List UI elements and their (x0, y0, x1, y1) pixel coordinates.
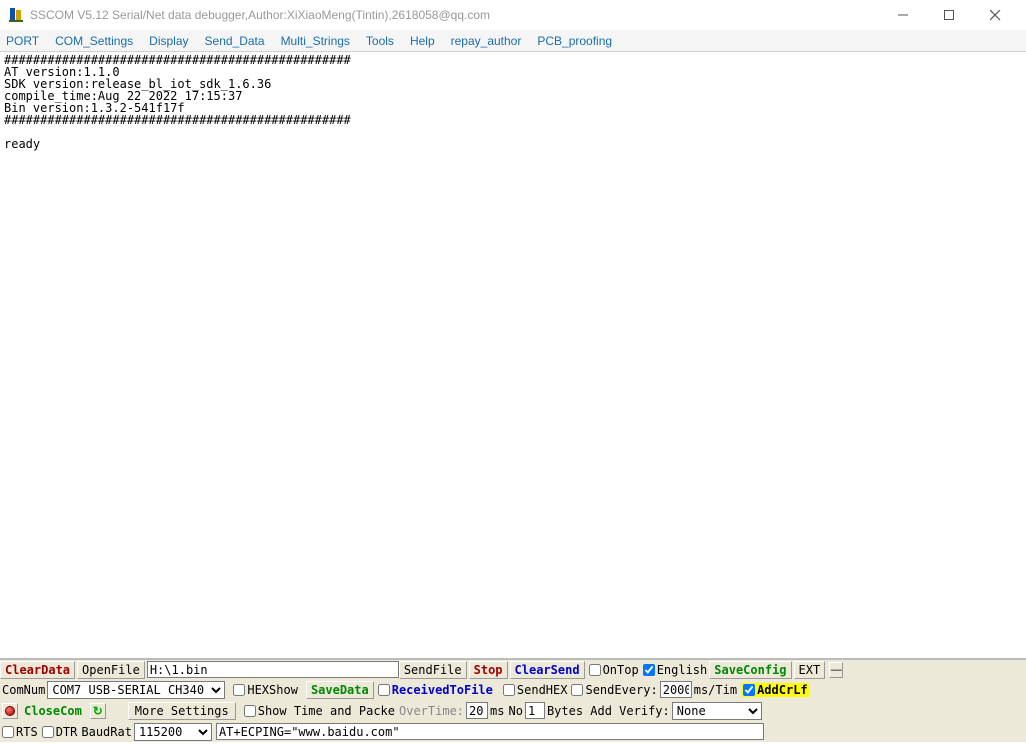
record-indicator[interactable] (2, 703, 18, 719)
menubar: PORT COM_Settings Display Send_Data Mult… (0, 30, 1026, 52)
window-title: SSCOM V5.12 Serial/Net data debugger,Aut… (30, 8, 880, 22)
addcrlf-checkbox[interactable]: AddCrLf (741, 683, 810, 697)
no-input[interactable] (525, 702, 545, 719)
close-com-button[interactable]: CloseCom (20, 702, 86, 720)
received-to-file-checkbox[interactable]: ReceivedToFile (378, 683, 493, 697)
close-button[interactable] (972, 0, 1018, 30)
no-label: No (508, 704, 522, 718)
menu-multi-strings[interactable]: Multi_Strings (281, 34, 350, 48)
toolbar-row-2: ComNum COM7 USB-SERIAL CH340 HEXShow Sav… (0, 679, 1026, 700)
refresh-icon: ↻ (91, 704, 105, 718)
send-every-checkbox[interactable]: SendEvery: (571, 683, 657, 697)
menu-send-data[interactable]: Send_Data (205, 34, 265, 48)
send-text-input[interactable] (216, 723, 764, 740)
sendhex-checkbox[interactable]: SendHEX (503, 683, 568, 697)
app-icon (8, 7, 24, 23)
baudrate-select[interactable]: 115200 (134, 723, 212, 741)
dtr-checkbox[interactable]: DTR (42, 725, 78, 739)
toolbar-row-1: ClearData OpenFile SendFile Stop ClearSe… (0, 659, 1026, 679)
window-controls (880, 0, 1018, 30)
overtime-input[interactable] (466, 702, 488, 719)
menu-tools[interactable]: Tools (366, 34, 394, 48)
english-checkbox[interactable]: English (643, 663, 708, 677)
ext-button[interactable]: EXT (794, 661, 826, 679)
clear-send-button[interactable]: ClearSend (510, 661, 585, 679)
ms-tim-label: ms/Tim (694, 683, 737, 697)
clear-data-button[interactable]: ClearData (0, 661, 75, 679)
com-port-select[interactable]: COM7 USB-SERIAL CH340 (47, 681, 225, 699)
record-dot-icon (5, 706, 15, 716)
hexshow-checkbox[interactable]: HEXShow (233, 683, 298, 697)
menu-display[interactable]: Display (149, 34, 188, 48)
save-data-button[interactable]: SaveData (306, 681, 374, 699)
send-interval-input[interactable] (660, 681, 692, 698)
show-time-checkbox[interactable]: Show Time and Packe (244, 704, 395, 718)
serial-output[interactable]: ########################################… (0, 52, 1026, 659)
file-path-input[interactable] (147, 661, 399, 678)
more-settings-button[interactable]: More Settings (128, 702, 236, 720)
titlebar: SSCOM V5.12 Serial/Net data debugger,Aut… (0, 0, 1026, 30)
send-file-button[interactable]: SendFile (399, 661, 467, 679)
toolbar-row-3: CloseCom ↻ More Settings Show Time and P… (0, 700, 1026, 721)
menu-help[interactable]: Help (410, 34, 435, 48)
ms-label: ms (490, 704, 504, 718)
refresh-button[interactable]: ↻ (90, 703, 106, 719)
comnum-label: ComNum (2, 683, 45, 697)
overtime-label: OverTime: (399, 704, 464, 718)
baudrate-label: BaudRat (81, 725, 132, 739)
menu-repay-author[interactable]: repay_author (451, 34, 522, 48)
open-file-button[interactable]: OpenFile (77, 661, 145, 679)
collapse-button[interactable]: — (829, 662, 843, 678)
verify-select[interactable]: None (672, 702, 762, 720)
menu-com-settings[interactable]: COM_Settings (55, 34, 133, 48)
toolbar-row-4: RTS DTR BaudRat 115200 (0, 721, 1026, 742)
rts-checkbox[interactable]: RTS (2, 725, 38, 739)
minimize-button[interactable] (880, 0, 926, 30)
bytes-verify-label: Bytes Add Verify: (547, 704, 670, 718)
maximize-button[interactable] (926, 0, 972, 30)
ontop-checkbox[interactable]: OnTop (589, 663, 639, 677)
menu-pcb-proofing[interactable]: PCB_proofing (537, 34, 612, 48)
stop-button[interactable]: Stop (469, 661, 508, 679)
save-config-button[interactable]: SaveConfig (709, 661, 791, 679)
menu-port[interactable]: PORT (6, 34, 39, 48)
